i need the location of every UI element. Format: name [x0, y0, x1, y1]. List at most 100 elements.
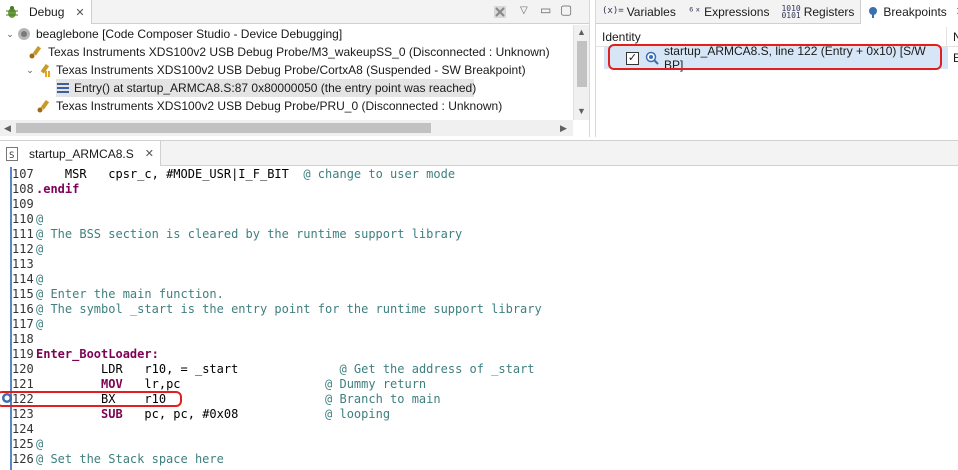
tab-variables[interactable]: (x)= Variables	[596, 0, 682, 24]
code-line[interactable]: 126 @ Set the Stack space here	[0, 452, 224, 467]
highlight-annotation	[608, 44, 942, 70]
tab-expressions[interactable]: ⁶ˣ Expressions	[682, 0, 776, 24]
operands: r10, = _start	[122, 362, 340, 376]
line-number: 109	[12, 197, 34, 211]
code-line[interactable]: 123 SUB pc, pc, #0x08 @ looping	[0, 407, 390, 422]
code-line[interactable]: 115 @ Enter the main function.	[0, 287, 224, 302]
debug-vertical-scrollbar[interactable]: ▲ ▼	[573, 25, 589, 120]
line-number: 121	[12, 377, 34, 391]
expand-chevron-icon[interactable]: ⌄	[4, 29, 16, 40]
close-icon[interactable]: ✕	[75, 6, 84, 19]
debug-horizontal-scrollbar[interactable]: ◀ ▶	[0, 120, 573, 136]
suspended-core-icon	[36, 62, 52, 78]
scroll-thumb[interactable]	[577, 41, 587, 87]
line-number: 116	[12, 302, 34, 316]
debug-bug-icon	[4, 4, 20, 20]
code-comment: @ The BSS section is cleared by the runt…	[36, 227, 463, 241]
expand-chevron-icon[interactable]: ⌄	[24, 65, 36, 76]
device-debug-icon	[16, 26, 32, 42]
column-next[interactable]: N	[953, 30, 958, 44]
code-line[interactable]: 109	[0, 197, 36, 212]
code-comment: @	[36, 437, 44, 451]
code-line[interactable]: 124	[0, 422, 36, 437]
view-menu-chevron-icon[interactable]: ▽	[520, 5, 528, 16]
code-comment: @ Branch to main	[325, 392, 441, 406]
debug-view: Debug ✕ ▽ ▭ ▢ ⌄ beaglebone [Code Compose…	[0, 0, 590, 137]
remove-terminated-icon[interactable]	[492, 4, 508, 20]
tree-item-label: Texas Instruments XDS100v2 USB Debug Pro…	[56, 63, 526, 77]
stack-frame-icon	[56, 80, 70, 96]
tab-breakpoints[interactable]: Breakpoints ✕	[860, 0, 958, 24]
tab-editor-label: startup_ARMCA8.S	[29, 146, 134, 161]
code-line[interactable]: 125 @	[0, 437, 43, 452]
tab-breakpoints-label: Breakpoints	[883, 4, 947, 19]
maximize-icon[interactable]: ▢	[560, 2, 572, 18]
expressions-icon: ⁶ˣ	[687, 5, 702, 18]
registers-icon: 1010 0101	[781, 3, 801, 20]
tree-item-pru0[interactable]: Texas Instruments XDS100v2 USB Debug Pro…	[36, 97, 502, 115]
minimize-icon[interactable]: ▭	[540, 3, 551, 17]
scroll-thumb[interactable]	[16, 123, 431, 133]
operands: lr,pc	[122, 377, 326, 391]
column-identity[interactable]: Identity	[602, 30, 641, 44]
breakpoints-horizontal-scrollbar[interactable]	[596, 120, 958, 136]
code-line[interactable]: 119 Enter_BootLoader:	[0, 347, 159, 362]
code-line[interactable]: 117 @	[0, 317, 43, 332]
close-icon[interactable]: ✕	[145, 147, 154, 160]
line-number: 107	[12, 167, 34, 181]
line-number: 113	[12, 257, 34, 271]
tree-item-stack-frame[interactable]: Entry() at startup_ARMCA8.S:87 0x8000005…	[56, 79, 477, 97]
disconnected-core-icon	[28, 44, 44, 60]
scroll-left-icon[interactable]: ◀	[4, 123, 11, 134]
tab-variables-label: Variables	[626, 4, 676, 19]
code-comment: @	[36, 272, 44, 286]
line-number: 119	[12, 347, 34, 361]
line-number: 108	[12, 182, 34, 196]
code-line[interactable]: 114 @	[0, 272, 43, 287]
breakpoint-icon	[867, 4, 879, 20]
code-line[interactable]: 118	[0, 332, 36, 347]
operands: cpsr_c, #MODE_USR|I_F_BIT	[86, 167, 304, 181]
tab-debug-label: Debug	[29, 5, 65, 19]
disconnected-core-icon	[36, 98, 52, 114]
code-line[interactable]: 107 MSR cpsr_c, #MODE_USR|I_F_BIT @ chan…	[0, 167, 455, 182]
tree-item-label: Entry() at startup_ARMCA8.S:87 0x8000005…	[74, 81, 477, 95]
directive: .endif	[36, 182, 80, 196]
code-line[interactable]: 108 .endif	[0, 182, 79, 197]
code-line[interactable]: 111 @ The BSS section is cleared by the r…	[0, 227, 462, 242]
code-comment: @ The symbol _start is the entry point f…	[36, 302, 542, 316]
breakpoints-panel: (x)= Variables ⁶ˣ Expressions 1010 0101 R…	[595, 0, 958, 137]
scroll-down-icon[interactable]: ▼	[577, 106, 586, 116]
code-line[interactable]: 110 @	[0, 212, 43, 227]
line-number: 110	[12, 212, 34, 226]
tab-startup-file[interactable]: S startup_ARMCA8.S ✕	[0, 141, 161, 166]
operands: pc, pc, #0x08	[122, 407, 326, 421]
tree-item-beaglebone[interactable]: ⌄ beaglebone [Code Composer Studio - Dev…	[4, 25, 342, 43]
code-line[interactable]: 120 LDR r10, = _start @ Get the address …	[0, 362, 535, 377]
code-comment: @ looping	[325, 407, 391, 421]
code-line[interactable]: 113	[0, 257, 36, 272]
code-comment: @	[36, 317, 44, 331]
scroll-up-icon[interactable]: ▲	[577, 27, 586, 37]
instruction: LDR	[101, 362, 123, 376]
scroll-right-icon[interactable]: ▶	[560, 123, 567, 134]
line-number: 123	[12, 407, 34, 421]
tab-debug[interactable]: Debug ✕	[0, 0, 92, 24]
tree-item-m3-wakeup[interactable]: Texas Instruments XDS100v2 USB Debug Pro…	[28, 43, 550, 61]
svg-text:S: S	[9, 151, 14, 161]
code-line[interactable]: 112 @	[0, 242, 43, 257]
line-number: 111	[12, 227, 34, 241]
line-number: 112	[12, 242, 34, 256]
tab-registers[interactable]: 1010 0101 Registers	[775, 0, 860, 24]
tree-item-label: Texas Instruments XDS100v2 USB Debug Pro…	[48, 45, 550, 59]
code-line[interactable]: 116 @ The symbol _start is the entry poin…	[0, 302, 542, 317]
tree-item-cortexa8[interactable]: ⌄ Texas Instruments XDS100v2 USB Debug P…	[24, 61, 526, 79]
code-comment: @ change to user mode	[303, 167, 456, 181]
code-line[interactable]: 121 MOV lr,pc @ Dummy return	[0, 377, 426, 392]
editor-tabbar: S startup_ARMCA8.S ✕	[0, 141, 958, 166]
instruction: MSR	[64, 167, 87, 181]
